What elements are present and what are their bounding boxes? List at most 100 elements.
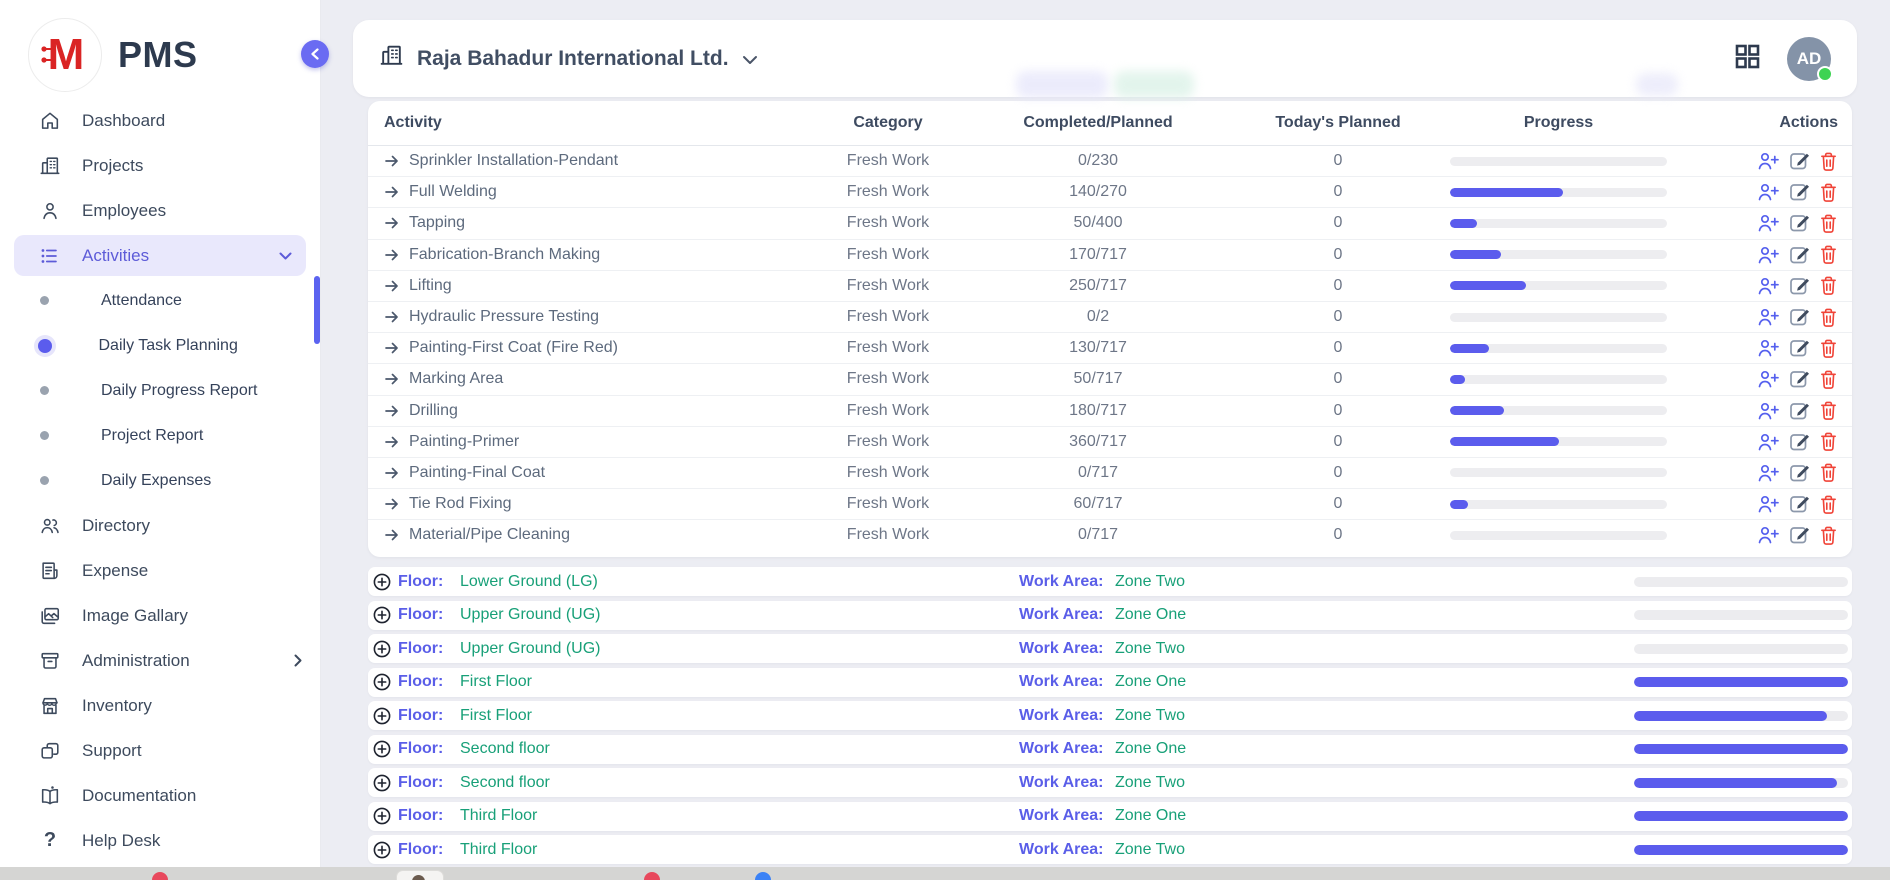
red-app-icon[interactable] (644, 872, 660, 880)
avatar-app-icon[interactable] (396, 870, 444, 880)
delete-icon[interactable] (1819, 275, 1838, 296)
add-user-icon[interactable] (1757, 307, 1780, 327)
floor-row[interactable]: Floor: First Floor Work Area: Zone One (368, 668, 1852, 697)
sidebar-item-administration[interactable]: Administration (0, 638, 320, 683)
edit-icon[interactable] (1789, 525, 1810, 545)
delete-icon[interactable] (1819, 338, 1838, 359)
add-user-icon[interactable] (1757, 338, 1780, 358)
sidebar-item-support[interactable]: Support (0, 728, 320, 773)
sidebar-item-inventory[interactable]: Inventory (0, 683, 320, 728)
sidebar-subitem-attendance[interactable]: Attendance (0, 278, 320, 323)
sidebar-item-documentation[interactable]: Documentation (0, 773, 320, 818)
sidebar-item-projects[interactable]: Projects (0, 143, 320, 188)
edit-icon[interactable] (1789, 151, 1810, 171)
expand-plus-icon[interactable] (372, 739, 392, 764)
progress-bar (1450, 531, 1667, 540)
floor-row[interactable]: Floor: Upper Ground (UG) Work Area: Zone… (368, 634, 1852, 663)
expand-plus-icon[interactable] (372, 840, 392, 865)
arrow-right-icon (384, 153, 400, 169)
edit-icon[interactable] (1789, 213, 1810, 233)
edit-icon[interactable] (1789, 338, 1810, 358)
floor-row[interactable]: Floor: Upper Ground (UG) Work Area: Zone… (368, 601, 1852, 630)
blurred-chip (1636, 73, 1678, 96)
add-user-icon[interactable] (1757, 401, 1780, 421)
chevron-right-icon (294, 654, 302, 667)
sidebar-subitem-project-report[interactable]: Project Report (0, 413, 320, 458)
sidebar-item-help-desk[interactable]: ? Help Desk (0, 818, 320, 863)
sidebar-item-dashboard[interactable]: Dashboard (0, 98, 320, 143)
delete-icon[interactable] (1819, 525, 1838, 546)
expand-plus-icon[interactable] (372, 706, 392, 731)
edit-icon[interactable] (1789, 494, 1810, 514)
user-avatar[interactable]: AD (1787, 37, 1831, 81)
arrow-right-icon (384, 309, 400, 325)
delete-icon[interactable] (1819, 307, 1838, 328)
delete-icon[interactable] (1819, 244, 1838, 265)
todays-planned-value: 0 (1238, 146, 1438, 176)
activity-name: Drilling (409, 402, 458, 420)
completed-planned-value: 250/717 (998, 271, 1198, 301)
expand-plus-icon[interactable] (372, 672, 392, 697)
arrow-right-icon (384, 340, 400, 356)
edit-icon[interactable] (1789, 463, 1810, 483)
company-selector[interactable]: Raja Bahadur International Ltd. (379, 43, 758, 74)
add-user-icon[interactable] (1757, 494, 1780, 514)
work-area-label: Work Area: (1019, 768, 1103, 797)
expand-plus-icon[interactable] (372, 639, 392, 664)
add-user-icon[interactable] (1757, 369, 1780, 389)
floor-row[interactable]: Floor: Third Floor Work Area: Zone Two (368, 835, 1852, 864)
sidebar-subitem-daily-expenses[interactable]: Daily Expenses (0, 458, 320, 503)
sidebar-item-image-gallery[interactable]: Image Gallary (0, 593, 320, 638)
red-app-icon[interactable] (152, 872, 168, 880)
sidebar-scrollbar-thumb[interactable] (314, 276, 320, 344)
apps-grid-icon[interactable] (1734, 43, 1761, 75)
sidebar-item-directory[interactable]: Directory (0, 503, 320, 548)
table-row: Drilling Fresh Work 180/717 0 (368, 395, 1852, 426)
delete-icon[interactable] (1819, 431, 1838, 452)
work-area-value: Zone Two (1115, 701, 1185, 730)
add-user-icon[interactable] (1757, 151, 1780, 171)
sidebar-subitem-daily-task-planning[interactable]: Daily Task Planning (0, 323, 320, 368)
app-name: PMS (118, 34, 198, 76)
delete-icon[interactable] (1819, 213, 1838, 234)
floor-row[interactable]: Floor: Second floor Work Area: Zone One (368, 735, 1852, 764)
sidebar-item-expense[interactable]: Expense (0, 548, 320, 593)
edit-icon[interactable] (1789, 401, 1810, 421)
edit-icon[interactable] (1789, 307, 1810, 327)
expand-plus-icon[interactable] (372, 572, 392, 597)
delete-icon[interactable] (1819, 462, 1838, 483)
floor-row[interactable]: Floor: Third Floor Work Area: Zone One (368, 802, 1852, 831)
add-user-icon[interactable] (1757, 463, 1780, 483)
expand-plus-icon[interactable] (372, 605, 392, 630)
add-user-icon[interactable] (1757, 276, 1780, 296)
add-user-icon[interactable] (1757, 182, 1780, 202)
edit-icon[interactable] (1789, 432, 1810, 452)
delete-icon[interactable] (1819, 494, 1838, 515)
floor-progress-bar (1634, 845, 1848, 855)
add-user-icon[interactable] (1757, 213, 1780, 233)
floor-row[interactable]: Floor: Second floor Work Area: Zone Two (368, 768, 1852, 797)
expand-plus-icon[interactable] (372, 773, 392, 798)
delete-icon[interactable] (1819, 369, 1838, 390)
floor-row[interactable]: Floor: Lower Ground (LG) Work Area: Zone… (368, 567, 1852, 596)
delete-icon[interactable] (1819, 400, 1838, 421)
edit-icon[interactable] (1789, 182, 1810, 202)
person-icon (38, 199, 62, 223)
edit-icon[interactable] (1789, 369, 1810, 389)
edit-icon[interactable] (1789, 276, 1810, 296)
floor-row[interactable]: Floor: First Floor Work Area: Zone Two (368, 701, 1852, 730)
sidebar-collapse-button[interactable] (301, 40, 329, 68)
table-row: Fabrication-Branch Making Fresh Work 170… (368, 239, 1852, 270)
sidebar-item-employees[interactable]: Employees (0, 188, 320, 233)
expand-plus-icon[interactable] (372, 806, 392, 831)
sidebar-item-activities[interactable]: Activities (14, 235, 306, 276)
delete-icon[interactable] (1819, 182, 1838, 203)
sidebar-subitem-daily-progress-report[interactable]: Daily Progress Report (0, 368, 320, 413)
add-user-icon[interactable] (1757, 245, 1780, 265)
delete-icon[interactable] (1819, 151, 1838, 172)
progress-bar (1450, 375, 1667, 384)
edit-icon[interactable] (1789, 245, 1810, 265)
add-user-icon[interactable] (1757, 432, 1780, 452)
blue-app-icon[interactable] (755, 872, 771, 880)
add-user-icon[interactable] (1757, 525, 1780, 545)
